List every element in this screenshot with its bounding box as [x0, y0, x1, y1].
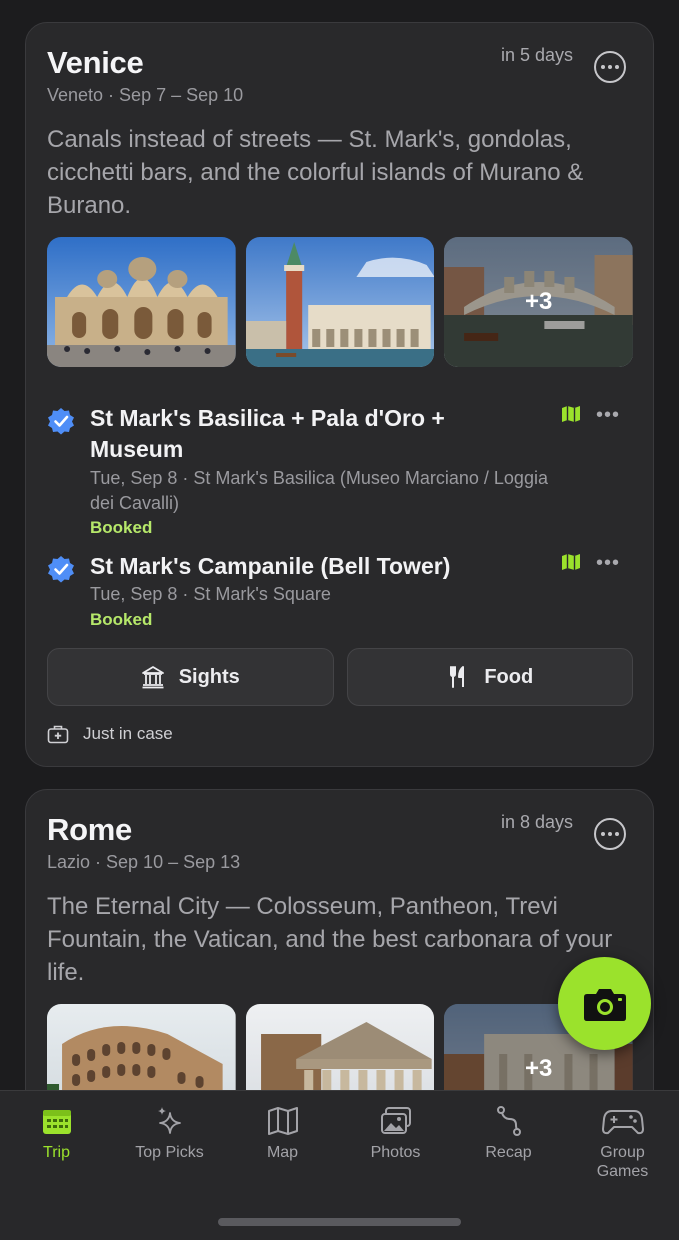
- booking-status: Booked: [90, 518, 153, 537]
- trip-card-venice[interactable]: Venice Veneto · Sep 7 – Sep 10 in 5 days…: [25, 22, 654, 767]
- tab-label: Trip: [43, 1144, 70, 1161]
- trip-eta: in 8 days: [500, 812, 573, 832]
- sights-label: Sights: [178, 665, 240, 688]
- museum-icon: [141, 666, 164, 689]
- trip-card-rome[interactable]: Rome Lazio · Sep 10 – Sep 13 in 8 days T…: [25, 789, 654, 1090]
- camera-icon: [583, 988, 626, 1021]
- trip-description: Canals instead of streets — St. Mark's, …: [47, 126, 584, 219]
- booking-detail: Tue, Sep 8 · St Mark's Square: [90, 584, 331, 604]
- tab-label: Recap: [485, 1144, 532, 1161]
- booking-title: St Mark's Basilica + Pala d'Oro + Museum: [90, 405, 445, 462]
- tab-map[interactable]: Map: [226, 1105, 339, 1162]
- home-indicator: [218, 1218, 461, 1226]
- booking-item[interactable]: St Mark's Basilica + Pala d'Oro + Museum…: [47, 403, 633, 538]
- trip-city: Rome: [47, 812, 132, 847]
- just-in-case-label: Just in case: [83, 724, 173, 743]
- food-label: Food: [484, 665, 534, 688]
- booking-title: St Mark's Campanile (Bell Tower): [90, 553, 451, 579]
- calendar-icon: [42, 1110, 71, 1134]
- more-options-icon[interactable]: [594, 51, 626, 83]
- food-button[interactable]: Food: [346, 648, 633, 706]
- photo-strip: +3: [47, 1004, 634, 1090]
- map-icon[interactable]: [561, 405, 581, 423]
- tab-top-picks[interactable]: Top Picks: [113, 1105, 226, 1162]
- tab-photos[interactable]: Photos: [339, 1105, 452, 1162]
- category-buttons: Sights Food: [47, 648, 633, 706]
- fork-knife-icon: [450, 666, 465, 688]
- sights-button[interactable]: Sights: [47, 648, 334, 706]
- route-icon: [496, 1106, 521, 1136]
- trip-region-dates: Veneto · Sep 7 – Sep 10: [47, 85, 244, 105]
- camera-button[interactable]: [558, 957, 651, 1050]
- photo-rialto[interactable]: +3: [444, 237, 634, 367]
- sparkles-icon: [157, 1107, 181, 1134]
- booking-detail: Tue, Sep 8 · St Mark's Basilica (Museo M…: [90, 468, 548, 513]
- tab-label: Top Picks: [135, 1144, 204, 1161]
- more-options-icon[interactable]: [594, 818, 626, 850]
- tab-trip[interactable]: Trip: [0, 1105, 113, 1162]
- trip-region-dates: Lazio · Sep 10 – Sep 13: [47, 852, 241, 872]
- map-icon[interactable]: [561, 553, 581, 571]
- photo-campanile[interactable]: [245, 237, 435, 367]
- gamepad-icon: [601, 1110, 644, 1135]
- more-icon[interactable]: •••: [596, 552, 620, 575]
- just-in-case-link[interactable]: Just in case: [47, 724, 173, 744]
- tab-recap[interactable]: Recap: [452, 1105, 565, 1162]
- booking-status: Booked: [90, 610, 153, 629]
- more-icon[interactable]: •••: [596, 404, 620, 427]
- more-photos-count: +3: [444, 237, 634, 367]
- trip-city: Venice: [47, 45, 144, 80]
- first-aid-kit-icon: [47, 725, 69, 744]
- trip-eta: in 5 days: [500, 45, 573, 65]
- photo-pantheon[interactable]: [245, 1004, 435, 1090]
- photo-strip: +3: [47, 237, 634, 367]
- verified-check-icon: [48, 556, 74, 583]
- map-icon: [267, 1107, 298, 1135]
- tab-label: Map: [266, 1144, 299, 1161]
- tab-group-games[interactable]: Group Games: [566, 1105, 679, 1181]
- tab-label: Group Games: [596, 1144, 649, 1180]
- booking-item[interactable]: St Mark's Campanile (Bell Tower) Tue, Se…: [47, 551, 633, 631]
- trip-description: The Eternal City — Colosseum, Pantheon, …: [47, 893, 613, 986]
- verified-check-icon: [48, 408, 74, 435]
- trip-list[interactable]: Venice Veneto · Sep 7 – Sep 10 in 5 days…: [0, 0, 679, 1090]
- photos-icon: [380, 1107, 411, 1134]
- tab-label: Photos: [370, 1144, 421, 1161]
- photo-colosseum[interactable]: [47, 1004, 236, 1090]
- photo-basilica[interactable]: [47, 237, 236, 367]
